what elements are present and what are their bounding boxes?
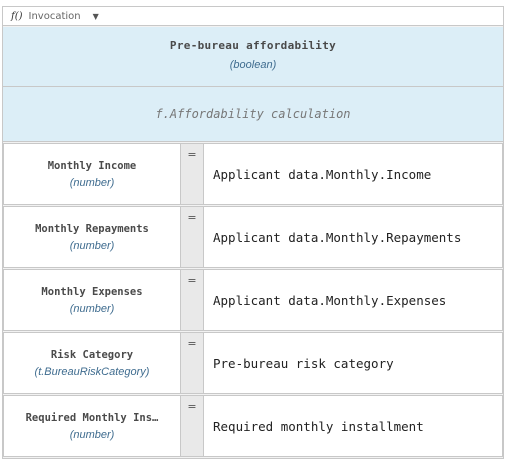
decision-name: Pre-bureau affordability — [169, 39, 337, 52]
function-icon: f() — [11, 10, 23, 22]
binding-value-cell[interactable]: Applicant data.Monthly.Income — [203, 143, 503, 205]
parameter-name: Risk Category — [50, 349, 134, 361]
equals-sign: = — [181, 395, 203, 457]
parameter-cell[interactable]: Monthly Expenses (number) — [3, 269, 181, 331]
binding-row: Monthly Repayments (number) = Applicant … — [3, 206, 503, 268]
chevron-down-icon[interactable]: ▼ — [93, 12, 99, 21]
parameter-cell[interactable]: Risk Category (t.BureauRiskCategory) — [3, 332, 181, 394]
binding-row: Risk Category (t.BureauRiskCategory) = P… — [3, 332, 503, 394]
binding-row: Required Monthly Ins… (number) = Require… — [3, 395, 503, 457]
function-name-cell[interactable]: f.Affordability calculation — [3, 87, 503, 142]
parameter-name: Monthly Repayments — [35, 223, 149, 235]
expression-type-label: Invocation — [28, 10, 81, 22]
parameter-type: (number) — [69, 303, 115, 315]
binding-value-cell[interactable]: Pre-bureau risk category — [203, 332, 503, 394]
binding-row: Monthly Income (number) = Applicant data… — [3, 143, 503, 205]
parameter-name: Required Monthly Ins… — [25, 412, 159, 424]
equals-sign: = — [181, 206, 203, 268]
parameter-cell[interactable]: Required Monthly Ins… (number) — [3, 395, 181, 457]
parameter-type: (number) — [69, 429, 115, 441]
parameter-type: (number) — [69, 240, 115, 252]
parameter-cell[interactable]: Monthly Repayments (number) — [3, 206, 181, 268]
binding-value-cell[interactable]: Applicant data.Monthly.Expenses — [203, 269, 503, 331]
parameter-name: Monthly Income — [47, 160, 137, 172]
equals-sign: = — [181, 143, 203, 205]
parameter-type: (t.BureauRiskCategory) — [34, 366, 150, 378]
equals-sign: = — [181, 332, 203, 394]
parameter-name: Monthly Expenses — [41, 286, 143, 298]
expression-type-selector[interactable]: f() Invocation ▼ — [3, 7, 503, 26]
parameter-type: (number) — [69, 177, 115, 189]
binding-value-cell[interactable]: Applicant data.Monthly.Repayments — [203, 206, 503, 268]
decision-header[interactable]: Pre-bureau affordability (boolean) — [3, 27, 503, 87]
binding-row: Monthly Expenses (number) = Applicant da… — [3, 269, 503, 331]
parameter-cell[interactable]: Monthly Income (number) — [3, 143, 181, 205]
decision-type: (boolean) — [229, 59, 277, 71]
equals-sign: = — [181, 269, 203, 331]
binding-value-cell[interactable]: Required monthly installment — [203, 395, 503, 457]
